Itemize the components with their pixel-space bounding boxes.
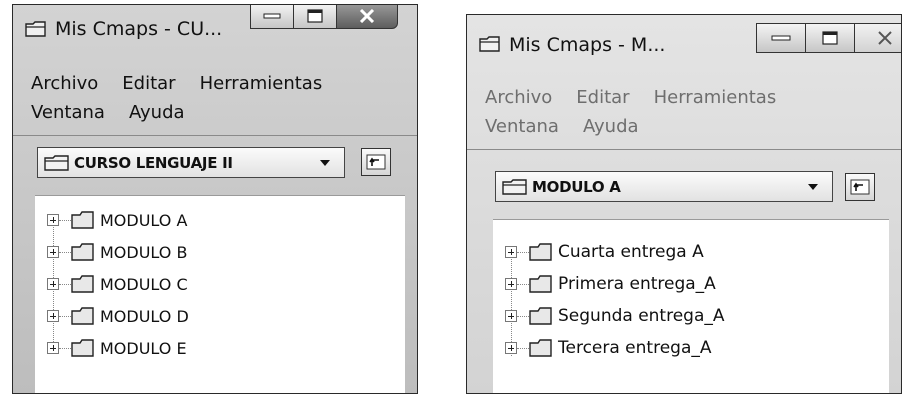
minimize-icon [771,35,791,41]
close-icon [359,9,375,23]
folder-selector-value: MODULO A [532,177,621,196]
folder-icon [71,339,94,357]
plus-expander-icon[interactable] [505,310,517,322]
tree-item[interactable]: Tercera entrega_A [493,332,889,364]
tree-item-label: Cuarta entrega A [558,242,704,262]
folder-tree: Cuarta entrega A Primera entrega_A Segun… [493,219,889,393]
folder-icon [25,21,46,37]
menu-editar[interactable]: Editar [576,83,629,112]
folder-icon [479,36,500,52]
folder-icon [71,307,94,325]
close-icon [878,31,892,45]
chevron-down-icon [320,159,330,166]
tree-item-label: Primera entrega_A [558,274,716,294]
menu-herramientas[interactable]: Herramientas [200,69,323,98]
close-button[interactable] [336,5,398,29]
cmaps-window-2: Mis Cmaps - M... Archivo Editar Herramie… [466,14,902,394]
tree-item[interactable]: MODULO C [35,268,405,300]
folder-selector-value: CURSO LENGUAJE II [74,153,233,172]
plus-expander-icon[interactable] [47,246,59,258]
folder-selector[interactable]: CURSO LENGUAJE II [37,147,345,178]
tree-item-label: MODULO B [100,242,188,262]
menu-ayuda[interactable]: Ayuda [129,98,185,127]
maximize-button[interactable] [805,23,855,53]
maximize-icon [307,9,323,23]
maximize-button[interactable] [293,5,337,29]
folder-icon [529,275,552,293]
window-title: Mis Cmaps - CU... [55,18,223,40]
folder-icon [71,211,94,229]
plus-expander-icon[interactable] [47,214,59,226]
window-controls [756,23,901,53]
tree-item[interactable]: MODULO D [35,300,405,332]
up-folder-button[interactable] [845,173,875,201]
tree-item-label: MODULO E [100,338,187,358]
menu-ayuda[interactable]: Ayuda [583,112,639,141]
plus-expander-icon[interactable] [47,310,59,322]
menu-archivo[interactable]: Archivo [31,69,98,98]
minimize-button[interactable] [756,23,806,53]
tree-item-label: Tercera entrega_A [558,338,712,358]
tree-item[interactable]: MODULO A [35,204,405,236]
menu-ventana[interactable]: Ventana [485,112,559,141]
folder-icon [529,307,552,325]
menu-herramientas[interactable]: Herramientas [654,83,777,112]
tree-item-label: MODULO C [100,274,188,294]
plus-expander-icon[interactable] [505,246,517,258]
folder-selector[interactable]: MODULO A [495,171,833,202]
folder-tree: MODULO A MODULO B MODULO C MODULO D MODU… [35,195,405,393]
folder-icon [71,243,94,261]
menu-separator [13,135,417,136]
folder-icon [502,178,527,195]
menu-bar: Archivo Editar Herramientas Ventana Ayud… [467,83,901,141]
tree-item[interactable]: Cuarta entrega A [493,236,889,268]
minimize-button[interactable] [250,5,294,29]
plus-expander-icon[interactable] [47,278,59,290]
folder-icon [529,339,552,357]
folder-icon [44,154,69,171]
tree-item[interactable]: Primera entrega_A [493,268,889,300]
tree-item-label: Segunda entrega_A [558,306,725,326]
tree-item[interactable]: MODULO B [35,236,405,268]
tree-item[interactable]: MODULO E [35,332,405,364]
minimize-icon [263,13,281,19]
plus-expander-icon[interactable] [505,342,517,354]
folder-icon [71,275,94,293]
tree-item[interactable]: Segunda entrega_A [493,300,889,332]
menu-bar: Archivo Editar Herramientas Ventana Ayud… [13,69,417,127]
folder-up-icon [366,154,386,170]
menu-separator [467,149,901,150]
menu-ventana[interactable]: Ventana [31,98,105,127]
window-controls [250,5,398,29]
title-bar[interactable]: Mis Cmaps - M... [467,15,901,65]
window-title: Mis Cmaps - M... [509,34,666,56]
plus-expander-icon[interactable] [47,342,59,354]
title-bar[interactable]: Mis Cmaps - CU... [13,5,417,55]
tree-item-label: MODULO A [100,210,188,230]
close-button[interactable] [854,23,901,53]
folder-icon [529,243,552,261]
menu-archivo[interactable]: Archivo [485,83,552,112]
chevron-down-icon [808,183,818,190]
plus-expander-icon[interactable] [505,278,517,290]
menu-editar[interactable]: Editar [122,69,175,98]
folder-up-icon [850,179,870,195]
up-folder-button[interactable] [361,148,391,176]
tree-item-label: MODULO D [100,306,189,326]
cmaps-window-1: Mis Cmaps - CU... Archivo Editar Herrami… [12,4,418,394]
maximize-icon [822,31,838,45]
